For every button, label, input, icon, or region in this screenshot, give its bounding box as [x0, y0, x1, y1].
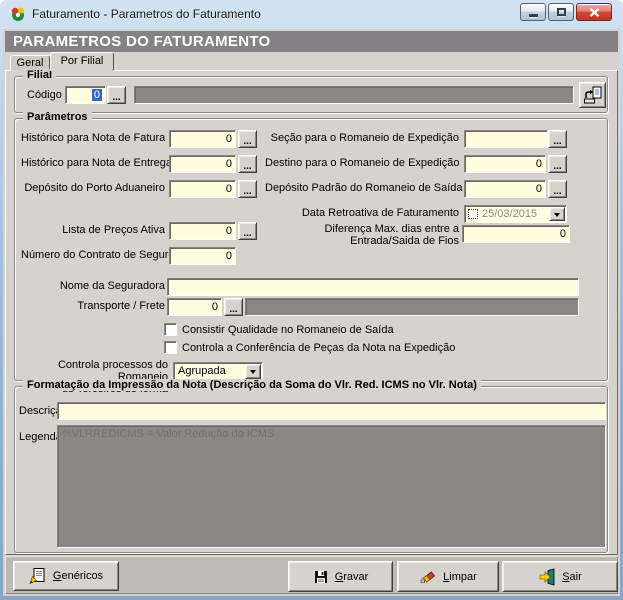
sair-button[interactable]: Sair	[502, 561, 618, 592]
transporte-descricao-field	[245, 298, 579, 316]
contrato-seguro-input[interactable]	[169, 247, 236, 265]
footer-panel: Genéricos Gravar a	[5, 556, 618, 594]
tab-por-filial[interactable]: Por Filial	[50, 52, 114, 71]
deposito-padrao-browse-button[interactable]: ...	[548, 180, 567, 198]
limpar-button-label: Limpar	[443, 571, 477, 583]
formatacao-group-legend: Formatação da Impressão da Nota (Descriç…	[23, 379, 481, 391]
codigo-value: 0	[92, 89, 102, 101]
historico-entrega-label: Histórico para Nota de Entrega	[21, 157, 165, 169]
maximize-icon	[557, 8, 566, 16]
legenda-memo: %VLRREDICMS = Valor Redução do ICMS	[57, 425, 606, 548]
client-area: PARAMETROS DO FATURAMENTO Geral Por Fili…	[3, 29, 620, 596]
controla-conferencia-label: Controla a Conferência de Peças da Nota …	[182, 342, 455, 354]
legenda-label: Legenda	[19, 431, 62, 443]
parametros-group-legend: Parâmetros	[23, 111, 92, 123]
consistir-qualidade-label: Consistir Qualidade no Romaneio de Saída	[182, 324, 394, 336]
minimize-button[interactable]	[520, 3, 546, 21]
maximize-button[interactable]	[548, 3, 574, 21]
secao-romaneio-browse-button[interactable]: ...	[548, 130, 567, 148]
data-retroativa-picker[interactable]: 25/03/2015	[464, 205, 567, 223]
gravar-button[interactable]: Gravar	[288, 561, 393, 592]
diferenca-dias-label: Diferença Max. dias entre a Entrada/Said…	[265, 223, 459, 247]
historico-fatura-input[interactable]	[169, 130, 236, 148]
seguradora-label: Nome da Seguradora	[21, 280, 165, 292]
app-icon	[10, 6, 26, 22]
diferenca-dias-label-line1: Diferença Max. dias entre a	[324, 223, 459, 235]
gravar-button-label: Gravar	[335, 571, 369, 583]
chevron-down-icon	[554, 213, 560, 220]
filial-descricao-field	[134, 86, 574, 104]
filial-group: Filial Código 0 ...	[14, 76, 608, 113]
destino-romaneio-input[interactable]	[464, 155, 546, 173]
destino-romaneio-browse-button[interactable]: ...	[548, 155, 567, 173]
transporte-browse-button[interactable]: ...	[224, 298, 243, 316]
deposito-porto-browse-button[interactable]: ...	[238, 180, 257, 198]
lista-precos-label: Lista de Preços Ativa	[21, 224, 165, 236]
destino-romaneio-label: Destino para o Romaneio de Expedição	[265, 157, 459, 169]
data-retroativa-value: 25/03/2015	[482, 208, 537, 220]
diferenca-dias-label-line2: Entrada/Saida de Fios	[350, 235, 459, 247]
historico-fatura-label: Histórico para Nota de Fatura	[21, 132, 165, 144]
window-controls	[520, 3, 612, 21]
genericos-icon	[29, 567, 47, 585]
minimize-icon	[529, 14, 538, 17]
genericos-button[interactable]: Genéricos	[13, 561, 119, 591]
formatacao-group: Formatação da Impressão da Nota (Descriç…	[14, 386, 608, 553]
goto-record-icon	[583, 85, 603, 105]
window-title: Faturamento - Parametros do Faturamento	[32, 0, 261, 28]
controla-processos-dropdown-button[interactable]	[245, 364, 261, 379]
data-retroativa-checkbox[interactable]	[468, 209, 478, 219]
deposito-porto-input[interactable]	[169, 180, 236, 198]
codigo-input[interactable]: 0	[65, 86, 106, 104]
consistir-qualidade-checkbox[interactable]	[164, 323, 177, 336]
parametros-group: Parâmetros Histórico para Nota de Fatura…	[14, 118, 608, 381]
historico-entrega-browse-button[interactable]: ...	[238, 155, 257, 173]
app-window: Faturamento - Parametros do Faturamento …	[0, 0, 623, 600]
lista-precos-input[interactable]	[169, 222, 236, 240]
titlebar[interactable]: Faturamento - Parametros do Faturamento	[0, 0, 623, 29]
contrato-seguro-label: Número do Contrato de Seguro	[21, 249, 165, 261]
lista-precos-browse-button[interactable]: ...	[238, 222, 257, 240]
controla-processos-value: Agrupada	[178, 365, 226, 377]
goto-filial-button[interactable]	[579, 82, 606, 108]
genericos-button-label: Genéricos	[53, 570, 103, 582]
transporte-label: Transporte / Frete	[21, 300, 165, 312]
exit-icon	[538, 568, 556, 586]
descricao-input[interactable]	[57, 402, 606, 420]
deposito-porto-label: Depósito do Porto Aduaneiro	[21, 182, 165, 194]
historico-fatura-browse-button[interactable]: ...	[238, 130, 257, 148]
transporte-input[interactable]	[167, 298, 222, 316]
limpar-button[interactable]: a Limpar	[397, 561, 499, 592]
codigo-label: Código	[27, 89, 62, 101]
clear-icon: a	[419, 568, 437, 586]
seguradora-input[interactable]	[167, 278, 579, 296]
close-icon	[589, 8, 600, 17]
diferenca-dias-input[interactable]	[462, 225, 570, 243]
data-retroativa-label: Data Retroativa de Faturamento	[265, 207, 459, 219]
secao-romaneio-label: Seção para o Romaneio de Expedição	[265, 132, 459, 144]
data-retroativa-dropdown-button[interactable]	[549, 207, 565, 221]
page-title: PARAMETROS DO FATURAMENTO	[5, 31, 618, 52]
controla-conferencia-checkbox[interactable]	[164, 341, 177, 354]
codigo-browse-button[interactable]: ...	[107, 86, 126, 104]
close-button[interactable]	[576, 3, 612, 21]
sair-button-label: Sair	[562, 571, 582, 583]
save-icon	[313, 569, 329, 585]
chevron-down-icon	[250, 370, 256, 377]
secao-romaneio-input[interactable]	[464, 130, 548, 148]
historico-entrega-input[interactable]	[169, 155, 236, 173]
deposito-padrao-label: Depósito Padrão do Romaneio de Saída	[265, 182, 459, 194]
deposito-padrao-input[interactable]	[464, 180, 546, 198]
